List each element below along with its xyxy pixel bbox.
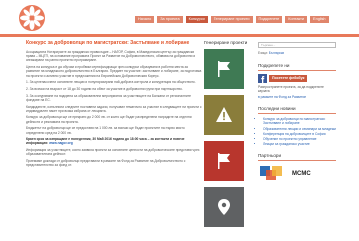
top-bar: Начало За проекта Конкурси Генериране пр… <box>0 0 359 34</box>
support-note: Разпространете проекта, за да подкрепите… <box>258 84 324 93</box>
facebook-button[interactable]: Посетете фейсбук <box>269 74 308 82</box>
warning-icon <box>216 107 232 122</box>
search-input[interactable]: Търсене... <box>258 42 336 48</box>
news-item[interactable]: Лекции за гражданско участие <box>263 142 336 146</box>
language-link[interactable]: Български <box>269 51 284 55</box>
flag-icon <box>218 153 230 169</box>
article-paragraph: Информация за участниците, които заявиха… <box>26 148 200 157</box>
article-paragraph: Конкурс за доброволци ще се прекрати до … <box>26 115 192 124</box>
support-title: Подкрепете ни <box>258 62 290 68</box>
partner-logo-icon[interactable] <box>258 164 286 184</box>
article-title: Конкурс за доброволци по магистратски: З… <box>26 40 190 46</box>
support-link[interactable]: в рамките на Фонд за Развитие <box>258 95 336 99</box>
partners-title: Партньори <box>258 153 282 159</box>
section-divider <box>258 160 336 162</box>
article-paragraph: 2. За всички на възраст от 18 до 30 годи… <box>26 86 183 91</box>
page-content: Конкурс за доброволци по магистратски: З… <box>26 40 336 241</box>
nav-item-about[interactable]: За проекта <box>157 16 183 23</box>
nav-item-english[interactable]: English <box>310 16 329 23</box>
logo-icon[interactable] <box>18 4 46 32</box>
article-paragraph: Приемаме доклади от доброволци представи… <box>26 159 186 168</box>
news-item[interactable]: Конференция на доброволците в София <box>263 132 336 136</box>
language-selector: Езици: Български <box>258 51 336 56</box>
article-paragraph: Асоциацията Нотариусите за гражданско пр… <box>26 50 196 63</box>
partners-row: MCMC <box>258 164 336 184</box>
partner-name[interactable]: MCMC <box>292 171 311 177</box>
nav-item-contests[interactable]: Конкурси <box>185 16 208 23</box>
section-divider <box>258 113 336 115</box>
article-paragraph: 3. За осигуряване на подкрепа за образов… <box>26 93 192 102</box>
sidebar: Търсене... Езици: Български Подкрепете н… <box>258 40 336 184</box>
deadline-text: Краен срок за изпращане е понеделник, 30… <box>26 137 202 145</box>
news-item[interactable]: Образователни лекции и семинари за младе… <box>263 127 336 131</box>
nav-item-projects[interactable]: Генериране проекти <box>210 16 253 23</box>
main-nav: Начало За проекта Конкурси Генериране пр… <box>135 16 329 23</box>
news-item[interactable]: Обучение по проектно управление <box>263 137 336 141</box>
facebook-box: Посетете фейсбук <box>258 73 336 83</box>
project-tile-flag-red[interactable] <box>204 141 244 181</box>
article-paragraph: Кандидатите, изпълнили следните поставен… <box>26 104 202 113</box>
projects-column: Генериране проекти <box>204 40 252 233</box>
facebook-icon[interactable] <box>258 73 267 83</box>
contact-link[interactable]: www.nagor.org <box>49 141 73 145</box>
section-divider <box>258 69 336 71</box>
article: Конкурс за доброволци по магистратски: З… <box>26 40 202 170</box>
project-tile-warning[interactable] <box>204 95 244 135</box>
projects-title: Генериране проекти <box>204 40 248 45</box>
article-paragraph: Бюджетът на доброволци ще се предоставя … <box>26 126 185 135</box>
news-title: Последни новини <box>258 106 296 112</box>
header-divider <box>0 34 359 37</box>
map-pin-icon <box>218 199 230 215</box>
news-item[interactable]: Конкурс за доброволци по магистратски: З… <box>263 117 336 125</box>
article-paragraph: Целта на конкурса е да обучим и пробвим … <box>26 65 202 78</box>
project-tile-location[interactable] <box>204 187 244 227</box>
flag-icon <box>218 61 230 77</box>
language-label: Езици: <box>258 51 268 55</box>
article-paragraph: 1. За целенасочени основните лекции и по… <box>26 80 196 85</box>
nav-item-support[interactable]: Подкрепете <box>255 16 283 23</box>
news-list: Конкурс за доброволци по магистратски: З… <box>258 117 336 146</box>
project-tile-flag[interactable] <box>204 49 244 89</box>
nav-item-home[interactable]: Начало <box>135 16 155 23</box>
nav-item-contacts[interactable]: Контакти <box>285 16 308 23</box>
